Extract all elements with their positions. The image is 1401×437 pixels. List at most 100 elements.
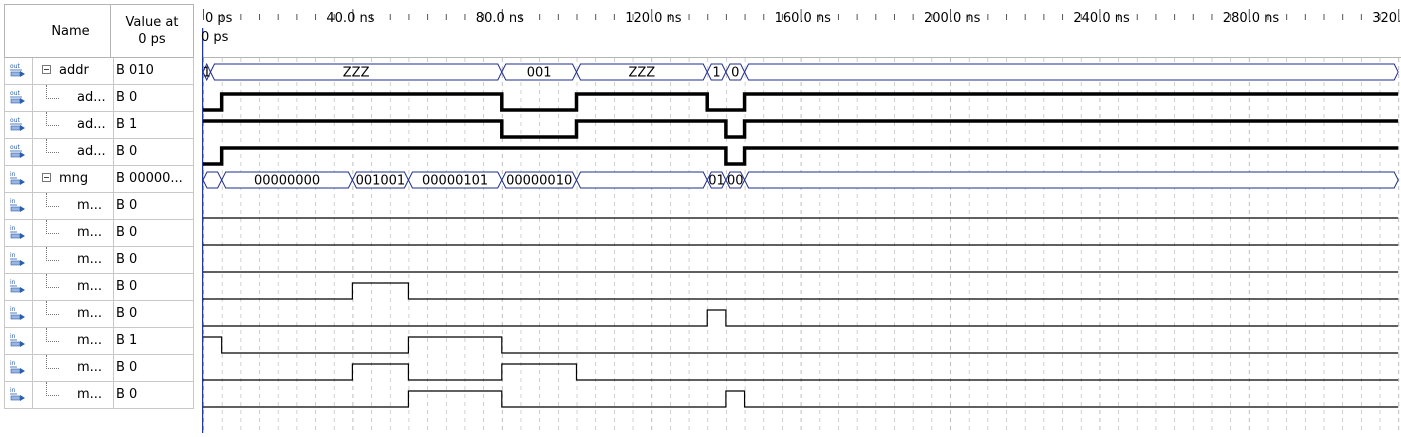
name-cell[interactable]: m...: [32, 274, 114, 300]
svg-text:in: in: [10, 198, 16, 205]
collapse-icon[interactable]: [42, 173, 51, 182]
svg-text:in: in: [10, 171, 16, 178]
name-header-label: Name: [51, 23, 90, 39]
svg-text:in: in: [10, 252, 16, 259]
name-cell[interactable]: m...: [32, 355, 114, 381]
name-cell[interactable]: ad...: [32, 112, 114, 138]
input-pin-icon: in: [9, 197, 27, 214]
tree-connector: [46, 139, 59, 153]
svg-text:in: in: [10, 387, 16, 394]
waveform-panel[interactable]: 0 ps 40.0 ns 80.0 ns 120.0 ns 160.0 ns 200.0 …: [201, 0, 1401, 433]
name-column-header[interactable]: Name: [31, 4, 111, 58]
signal-row-5[interactable]: in m... B 0: [4, 193, 194, 220]
signal-row-11[interactable]: in m... B 0: [4, 355, 194, 382]
time-tick-label: 320.0: [1372, 11, 1401, 26]
signal-row-10[interactable]: in m... B 1: [4, 328, 194, 355]
signal-value: B 00000...: [116, 171, 183, 186]
signal-row-2[interactable]: out ad... B 1: [4, 112, 194, 139]
name-cell[interactable]: m...: [32, 220, 114, 246]
tree-connector: [46, 355, 59, 369]
name-cell[interactable]: addr: [32, 58, 114, 84]
signal-value: B 0: [116, 252, 138, 267]
input-pin-icon: in: [9, 170, 27, 187]
signal-row-0[interactable]: out addr B 010: [4, 58, 194, 85]
signal-name: m...: [77, 279, 103, 294]
bus-segment: [575, 171, 708, 189]
time-tick-label: 240.0 ns: [1073, 11, 1130, 26]
time-tick-label: 0 ps: [205, 11, 233, 26]
tree-connector: [46, 274, 59, 288]
signal-row-1[interactable]: out ad... B 0: [4, 85, 194, 112]
bus-segment: [744, 171, 1399, 189]
bus-value-label: 001001: [356, 174, 406, 189]
signal-value: B 0: [116, 306, 138, 321]
signal-name: m...: [77, 225, 103, 240]
name-cell[interactable]: m...: [32, 382, 114, 408]
output-pin-icon: out: [9, 143, 27, 160]
tree-connector: [46, 193, 59, 207]
output-pin-icon: out: [9, 62, 27, 79]
signal-name: addr: [59, 63, 89, 78]
input-pin-icon: in: [9, 278, 27, 295]
signal-name: m...: [77, 333, 103, 348]
signal-name: ad...: [77, 90, 106, 105]
signal-name: mng: [59, 171, 89, 186]
svg-text:out: out: [10, 144, 20, 151]
signal-name: m...: [77, 387, 103, 402]
bus-segment: [202, 171, 223, 189]
signal-value: B 0: [116, 225, 138, 240]
tree-connector: [46, 382, 59, 396]
bus-value-label: 01: [708, 174, 725, 189]
signal-row-4[interactable]: in mng B 00000...: [4, 166, 194, 193]
time-tick-label: 160.0 ns: [775, 11, 832, 26]
name-cell[interactable]: m...: [32, 301, 114, 327]
signal-name: m...: [77, 360, 103, 375]
svg-text:in: in: [10, 306, 16, 313]
signal-row-6[interactable]: in m... B 0: [4, 220, 194, 247]
name-cell[interactable]: m...: [32, 247, 114, 273]
input-pin-icon: in: [9, 305, 27, 322]
svg-text:in: in: [10, 333, 16, 340]
signal-row-8[interactable]: in m... B 0: [4, 274, 194, 301]
signal-name: m...: [77, 252, 103, 267]
signal-value: B 0: [116, 144, 138, 159]
signal-row-9[interactable]: in m... B 0: [4, 301, 194, 328]
input-pin-icon: in: [9, 224, 27, 241]
collapse-icon[interactable]: [42, 65, 51, 74]
tree-connector: [46, 247, 59, 261]
signal-value: B 0: [116, 387, 138, 402]
signal-row-12[interactable]: in m... B 0: [4, 382, 194, 409]
name-cell[interactable]: m...: [32, 328, 114, 354]
signal-value: B 1: [116, 333, 138, 348]
bus-value-label: 1: [712, 66, 720, 81]
signal-row-7[interactable]: in m... B 0: [4, 247, 194, 274]
bus-value-label: 1: [203, 66, 211, 81]
bus-value-label: 00000101: [422, 174, 488, 189]
tree-connector: [46, 328, 59, 342]
svg-text:out: out: [10, 63, 20, 70]
signal-name: m...: [77, 306, 103, 321]
time-tick-label: 280.0 ns: [1223, 11, 1280, 26]
time-tick-label: 80.0 ns: [476, 11, 524, 26]
svg-text:in: in: [10, 225, 16, 232]
value-header-label-2: 0 ps: [138, 32, 166, 47]
bus-value-label: 00000000: [254, 174, 320, 189]
name-cell[interactable]: ad...: [32, 85, 114, 111]
bus-value-label: ZZZ: [343, 66, 370, 81]
bus-value-label: 00000010: [506, 174, 572, 189]
signal-name: ad...: [77, 144, 106, 159]
svg-text:in: in: [10, 360, 16, 367]
signal-name: m...: [77, 198, 103, 213]
time-tick-label: 120.0 ns: [625, 11, 682, 26]
bus-value-label: 0: [731, 66, 739, 81]
waveform-canvas[interactable]: 0 ps 40.0 ns 80.0 ns 120.0 ns 160.0 ns 200.0 …: [201, 0, 1401, 433]
signal-row-3[interactable]: out ad... B 0: [4, 139, 194, 166]
value-column-header[interactable]: Value at 0 ps: [111, 4, 194, 58]
input-pin-icon: in: [9, 359, 27, 376]
name-cell[interactable]: ad...: [32, 139, 114, 165]
signal-value: B 010: [116, 63, 154, 78]
name-cell[interactable]: m...: [32, 193, 114, 219]
time-ruler: [202, 0, 1401, 57]
name-cell[interactable]: mng: [32, 166, 114, 192]
time-tick-label: 200.0 ns: [924, 11, 981, 26]
